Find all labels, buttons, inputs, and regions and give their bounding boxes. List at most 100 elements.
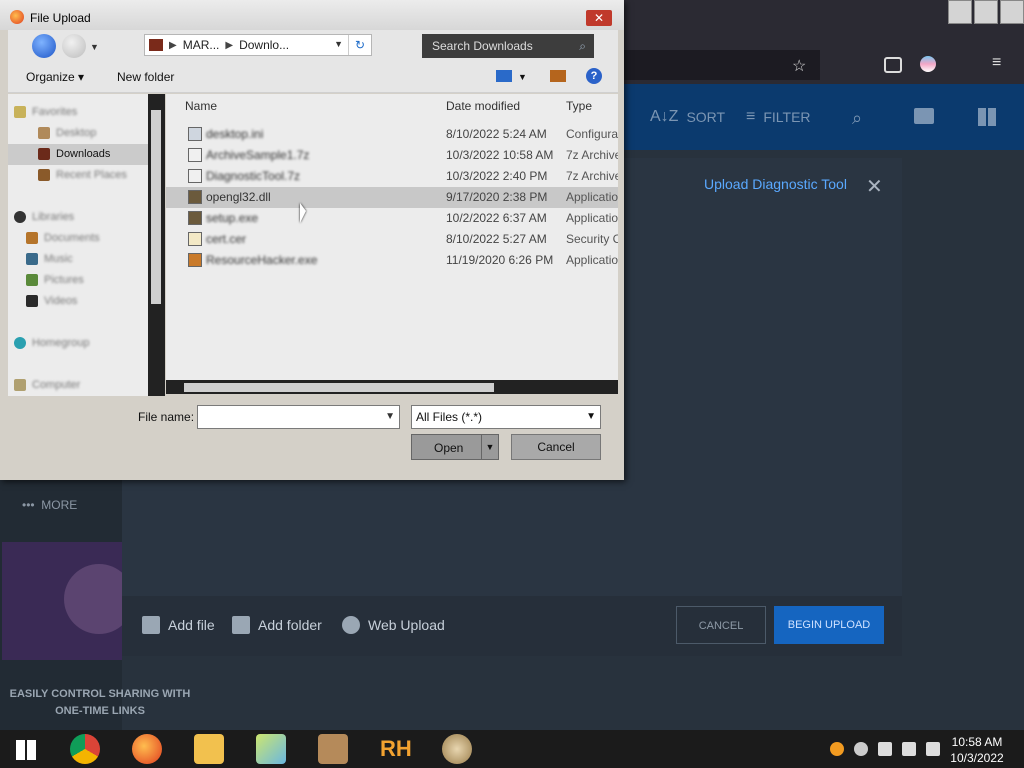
help-icon[interactable]: ? <box>586 68 602 84</box>
search-tray-icon[interactable] <box>830 742 844 756</box>
file-explorer-icon[interactable] <box>194 734 224 764</box>
volume-icon[interactable] <box>926 742 940 756</box>
open-button[interactable]: Open ▼ <box>411 434 499 460</box>
file-row[interactable]: opengl32.dll 9/17/2020 2:38 PM Applicatio <box>166 187 618 208</box>
minimize-button[interactable] <box>948 0 972 24</box>
filter-button[interactable]: ≡ FILTER <box>746 108 811 126</box>
file-type-select[interactable]: All Files (*.*) ▼ <box>411 405 601 429</box>
network-icon[interactable] <box>902 742 916 756</box>
system-clock[interactable]: 10:58 AM 10/3/2022 <box>942 734 1012 766</box>
tree-item-downloads[interactable]: Downloads <box>38 148 110 160</box>
flag-icon[interactable] <box>878 742 892 756</box>
chrome-icon[interactable] <box>70 734 100 764</box>
file-icon <box>142 616 160 634</box>
paint-icon[interactable] <box>442 734 472 764</box>
cancel-upload-button[interactable]: CANCEL <box>676 606 766 644</box>
preview-pane-icon[interactable] <box>550 70 566 82</box>
file-type: Applicatio <box>566 190 618 204</box>
tree-item-recent[interactable]: Recent Places <box>38 169 127 181</box>
sort-button[interactable]: A↓Z SORT <box>650 108 725 126</box>
tree-item-libraries[interactable]: Libraries <box>14 211 74 223</box>
firefox-icon[interactable] <box>132 734 162 764</box>
chevron-down-icon[interactable]: ▼ <box>334 39 343 49</box>
bookmark-star-icon[interactable]: ☆ <box>792 56 806 76</box>
breadcrumb-user[interactable]: MAR... <box>183 38 220 52</box>
resource-hacker-icon[interactable]: RH <box>380 734 412 764</box>
web-upload-button[interactable]: Web Upload <box>342 616 445 634</box>
tree-item-music[interactable]: Music <box>26 253 73 265</box>
tree-item-favorites[interactable]: Favorites <box>14 106 77 118</box>
modal-close-icon[interactable]: ✕ <box>866 174 883 199</box>
pocket-icon[interactable] <box>884 57 902 73</box>
file-name: desktop.ini <box>206 127 264 141</box>
search-input[interactable]: Search Downloads ⌕ <box>422 34 594 58</box>
new-folder-icon[interactable] <box>914 108 934 124</box>
cancel-button[interactable]: Cancel <box>511 434 601 460</box>
file-row[interactable]: DiagnosticTool.7z 10/3/2022 2:40 PM 7z Arc… <box>166 166 618 187</box>
column-header-date[interactable]: Date modified <box>446 99 520 113</box>
close-window-button[interactable] <box>1000 0 1024 24</box>
sticky-notes-icon[interactable] <box>256 734 286 764</box>
horizontal-scroll-thumb[interactable] <box>184 383 494 392</box>
tree-scroll-thumb[interactable] <box>151 110 161 304</box>
file-row[interactable]: setup.exe 10/2/2022 6:37 AM Applicatio <box>166 208 618 229</box>
chevron-down-icon[interactable]: ▼ <box>90 42 99 52</box>
file-row[interactable]: ResourceHacker.exe 11/19/2020 6:26 PM Appl… <box>166 250 618 271</box>
chevron-down-icon[interactable]: ▼ <box>481 435 498 459</box>
file-date: 10/3/2022 2:40 PM <box>446 169 548 183</box>
tree-item-desktop[interactable]: Desktop <box>38 127 96 139</box>
dialog-close-button[interactable]: ✕ <box>586 10 612 26</box>
homegroup-icon <box>14 337 26 349</box>
organize-menu[interactable]: Organize ▾ <box>26 70 84 84</box>
modal-title: Upload Diagnostic Tool <box>704 176 847 192</box>
tree-item-homegroup[interactable]: Homegroup <box>14 337 89 349</box>
sort-icon: A↓Z <box>650 108 679 125</box>
add-folder-button[interactable]: Add folder <box>232 616 322 634</box>
back-button[interactable] <box>32 34 56 58</box>
add-file-button[interactable]: Add file <box>142 616 215 634</box>
file-name-input[interactable]: ▼ <box>197 405 400 429</box>
tree-item-pictures[interactable]: Pictures <box>26 274 84 286</box>
search-icon[interactable]: ⌕ <box>852 108 862 129</box>
file-name: setup.exe <box>206 211 259 225</box>
tree-item-computer[interactable]: Computer <box>14 379 80 391</box>
grid-view-icon[interactable] <box>978 108 996 126</box>
file-icon <box>188 169 202 183</box>
documents-icon <box>26 232 38 244</box>
dialog-title: File Upload <box>30 11 91 25</box>
search-icon: ⌕ <box>579 39 586 53</box>
menu-icon[interactable]: ≡ <box>992 54 1001 72</box>
file-date: 8/10/2022 5:27 AM <box>446 232 547 246</box>
forward-button[interactable] <box>62 34 86 58</box>
notification-icon[interactable] <box>854 742 868 756</box>
refresh-icon[interactable]: ↻ <box>348 35 371 55</box>
file-row[interactable]: ArchiveSample1.7z 10/3/2022 10:58 AM 7z Ar… <box>166 145 618 166</box>
file-icon <box>188 232 202 246</box>
url-bar[interactable] <box>620 50 820 80</box>
file-row[interactable]: desktop.ini 8/10/2022 5:24 AM Configura <box>166 124 618 145</box>
restore-button[interactable] <box>974 0 998 24</box>
address-bar[interactable]: ▶ MAR... ▶ Downlo... ▼ ↻ <box>144 34 372 56</box>
breadcrumb-downloads[interactable]: Downlo... <box>239 38 289 52</box>
file-icon <box>188 127 202 141</box>
desktop-icon <box>38 127 50 139</box>
videos-icon <box>26 295 38 307</box>
new-folder-button[interactable]: New folder <box>117 70 174 84</box>
navigation-tree <box>8 94 165 396</box>
begin-upload-button[interactable]: BEGIN UPLOAD <box>774 606 884 644</box>
windows-start-icon[interactable] <box>16 740 36 760</box>
tree-item-documents[interactable]: Documents <box>26 232 100 244</box>
chevron-down-icon[interactable]: ▼ <box>518 72 527 82</box>
more-link[interactable]: ••• MORE <box>22 498 77 512</box>
star-icon <box>14 106 26 118</box>
file-date: 10/3/2022 10:58 AM <box>446 148 554 162</box>
view-icon[interactable] <box>496 70 512 82</box>
tree-item-videos[interactable]: Videos <box>26 295 77 307</box>
chevron-down-icon[interactable]: ▼ <box>385 411 395 422</box>
column-header-type[interactable]: Type <box>566 99 592 113</box>
app-icon[interactable] <box>318 734 348 764</box>
file-date: 8/10/2022 5:24 AM <box>446 127 547 141</box>
account-icon[interactable] <box>920 56 936 72</box>
column-header-name[interactable]: Name <box>185 99 217 113</box>
file-row[interactable]: cert.cer 8/10/2022 5:27 AM Security C <box>166 229 618 250</box>
